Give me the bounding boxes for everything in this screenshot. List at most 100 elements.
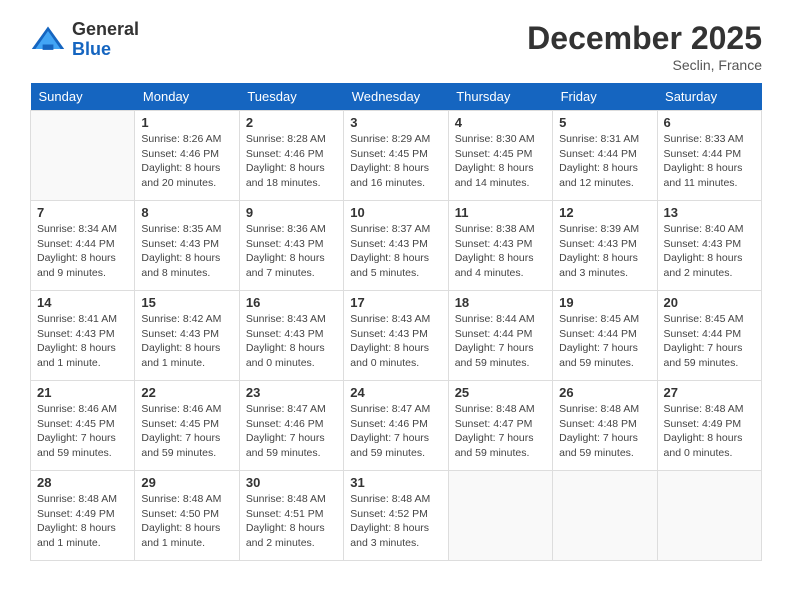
day-info: Sunrise: 8:28 AMSunset: 4:46 PMDaylight:… [246, 132, 337, 191]
day-info: Sunrise: 8:43 AMSunset: 4:43 PMDaylight:… [350, 312, 441, 371]
day-number: 25 [455, 385, 546, 400]
day-info: Sunrise: 8:35 AMSunset: 4:43 PMDaylight:… [141, 222, 232, 281]
calendar-cell: 28 Sunrise: 8:48 AMSunset: 4:49 PMDayligh… [31, 471, 135, 561]
day-info: Sunrise: 8:29 AMSunset: 4:45 PMDaylight:… [350, 132, 441, 191]
day-number: 12 [559, 205, 650, 220]
calendar-cell [448, 471, 552, 561]
calendar-cell [657, 471, 761, 561]
day-info: Sunrise: 8:30 AMSunset: 4:45 PMDaylight:… [455, 132, 546, 191]
page-header: General Blue December 2025 Seclin, Franc… [30, 20, 762, 73]
day-number: 17 [350, 295, 441, 310]
day-info: Sunrise: 8:48 AMSunset: 4:49 PMDaylight:… [37, 492, 128, 551]
day-number: 31 [350, 475, 441, 490]
calendar-cell: 7Sunrise: 8:34 AMSunset: 4:44 PMDaylight… [31, 201, 135, 291]
day-info: Sunrise: 8:40 AMSunset: 4:43 PMDaylight:… [664, 222, 755, 281]
day-info: Sunrise: 8:47 AMSunset: 4:46 PMDaylight:… [246, 402, 337, 461]
calendar-week-3: 14 Sunrise: 8:41 AMSunset: 4:43 PMDayligh… [31, 291, 762, 381]
day-info: Sunrise: 8:46 AMSunset: 4:45 PMDaylight:… [141, 402, 232, 461]
day-info: Sunrise: 8:43 AMSunset: 4:43 PMDaylight:… [246, 312, 337, 371]
day-number: 15 [141, 295, 232, 310]
day-info: Sunrise: 8:26 AMSunset: 4:46 PMDaylight:… [141, 132, 232, 191]
day-number: 3 [350, 115, 441, 130]
day-info: Sunrise: 8:44 AMSunset: 4:44 PMDaylight:… [455, 312, 546, 371]
calendar-cell: 5 Sunrise: 8:31 AMSunset: 4:44 PMDaylight… [553, 111, 657, 201]
calendar-cell: 13Sunrise: 8:40 AMSunset: 4:43 PMDayligh… [657, 201, 761, 291]
weekday-header-monday: Monday [135, 83, 239, 111]
calendar-cell: 4Sunrise: 8:30 AMSunset: 4:45 PMDaylight… [448, 111, 552, 201]
calendar-cell: 10 Sunrise: 8:37 AMSunset: 4:43 PMDayligh… [344, 201, 448, 291]
calendar-cell: 15 Sunrise: 8:42 AMSunset: 4:43 PMDayligh… [135, 291, 239, 381]
calendar-cell: 18 Sunrise: 8:44 AMSunset: 4:44 PMDayligh… [448, 291, 552, 381]
day-number: 14 [37, 295, 128, 310]
day-info: Sunrise: 8:48 AMSunset: 4:49 PMDaylight:… [664, 402, 755, 461]
day-info: Sunrise: 8:36 AMSunset: 4:43 PMDaylight:… [246, 222, 337, 281]
calendar-cell: 9 Sunrise: 8:36 AMSunset: 4:43 PMDaylight… [239, 201, 343, 291]
day-info: Sunrise: 8:48 AMSunset: 4:48 PMDaylight:… [559, 402, 650, 461]
calendar-cell: 12 Sunrise: 8:39 AMSunset: 4:43 PMDayligh… [553, 201, 657, 291]
calendar-cell [553, 471, 657, 561]
day-number: 27 [664, 385, 755, 400]
day-info: Sunrise: 8:48 AMSunset: 4:50 PMDaylight:… [141, 492, 232, 551]
logo-blue: Blue [72, 40, 139, 60]
calendar-week-2: 7Sunrise: 8:34 AMSunset: 4:44 PMDaylight… [31, 201, 762, 291]
day-number: 10 [350, 205, 441, 220]
day-number: 19 [559, 295, 650, 310]
day-number: 6 [664, 115, 755, 130]
day-number: 11 [455, 205, 546, 220]
calendar-cell: 1 Sunrise: 8:26 AMSunset: 4:46 PMDaylight… [135, 111, 239, 201]
day-number: 29 [141, 475, 232, 490]
calendar-cell: 17 Sunrise: 8:43 AMSunset: 4:43 PMDayligh… [344, 291, 448, 381]
weekday-header-saturday: Saturday [657, 83, 761, 111]
day-info: Sunrise: 8:31 AMSunset: 4:44 PMDaylight:… [559, 132, 650, 191]
weekday-header-row: SundayMondayTuesdayWednesdayThursdayFrid… [31, 83, 762, 111]
calendar-week-1: 1 Sunrise: 8:26 AMSunset: 4:46 PMDaylight… [31, 111, 762, 201]
weekday-header-wednesday: Wednesday [344, 83, 448, 111]
weekday-header-friday: Friday [553, 83, 657, 111]
day-number: 28 [37, 475, 128, 490]
calendar-cell: 3 Sunrise: 8:29 AMSunset: 4:45 PMDaylight… [344, 111, 448, 201]
day-number: 7 [37, 205, 128, 220]
calendar-cell: 23Sunrise: 8:47 AMSunset: 4:46 PMDayligh… [239, 381, 343, 471]
calendar-cell: 8Sunrise: 8:35 AMSunset: 4:43 PMDaylight… [135, 201, 239, 291]
calendar-cell: 31Sunrise: 8:48 AMSunset: 4:52 PMDayligh… [344, 471, 448, 561]
weekday-header-tuesday: Tuesday [239, 83, 343, 111]
calendar-week-4: 21 Sunrise: 8:46 AMSunset: 4:45 PMDayligh… [31, 381, 762, 471]
calendar-cell: 25 Sunrise: 8:48 AMSunset: 4:47 PMDayligh… [448, 381, 552, 471]
calendar-table: SundayMondayTuesdayWednesdayThursdayFrid… [30, 83, 762, 561]
calendar-cell: 26 Sunrise: 8:48 AMSunset: 4:48 PMDayligh… [553, 381, 657, 471]
calendar-cell: 19Sunrise: 8:45 AMSunset: 4:44 PMDayligh… [553, 291, 657, 381]
day-info: Sunrise: 8:46 AMSunset: 4:45 PMDaylight:… [37, 402, 128, 461]
calendar-week-5: 28 Sunrise: 8:48 AMSunset: 4:49 PMDayligh… [31, 471, 762, 561]
day-info: Sunrise: 8:47 AMSunset: 4:46 PMDaylight:… [350, 402, 441, 461]
day-number: 22 [141, 385, 232, 400]
day-info: Sunrise: 8:33 AMSunset: 4:44 PMDaylight:… [664, 132, 755, 191]
logo: General Blue [30, 20, 139, 60]
day-info: Sunrise: 8:39 AMSunset: 4:43 PMDaylight:… [559, 222, 650, 281]
calendar-cell: 6 Sunrise: 8:33 AMSunset: 4:44 PMDaylight… [657, 111, 761, 201]
day-info: Sunrise: 8:37 AMSunset: 4:43 PMDaylight:… [350, 222, 441, 281]
weekday-header-sunday: Sunday [31, 83, 135, 111]
day-number: 1 [141, 115, 232, 130]
logo-general: General [72, 20, 139, 40]
calendar-cell: 22 Sunrise: 8:46 AMSunset: 4:45 PMDayligh… [135, 381, 239, 471]
day-info: Sunrise: 8:48 AMSunset: 4:47 PMDaylight:… [455, 402, 546, 461]
logo-text: General Blue [72, 20, 139, 60]
logo-icon [30, 22, 66, 58]
calendar-cell: 29 Sunrise: 8:48 AMSunset: 4:50 PMDayligh… [135, 471, 239, 561]
day-number: 26 [559, 385, 650, 400]
day-number: 5 [559, 115, 650, 130]
day-number: 20 [664, 295, 755, 310]
calendar-cell [31, 111, 135, 201]
calendar-cell: 27 Sunrise: 8:48 AMSunset: 4:49 PMDayligh… [657, 381, 761, 471]
day-number: 21 [37, 385, 128, 400]
day-number: 18 [455, 295, 546, 310]
calendar-cell: 2Sunrise: 8:28 AMSunset: 4:46 PMDaylight… [239, 111, 343, 201]
month-title: December 2025 [527, 20, 762, 57]
day-info: Sunrise: 8:42 AMSunset: 4:43 PMDaylight:… [141, 312, 232, 371]
day-info: Sunrise: 8:48 AMSunset: 4:51 PMDaylight:… [246, 492, 337, 551]
day-number: 24 [350, 385, 441, 400]
day-number: 9 [246, 205, 337, 220]
calendar-cell: 14 Sunrise: 8:41 AMSunset: 4:43 PMDayligh… [31, 291, 135, 381]
day-info: Sunrise: 8:41 AMSunset: 4:43 PMDaylight:… [37, 312, 128, 371]
day-info: Sunrise: 8:38 AMSunset: 4:43 PMDaylight:… [455, 222, 546, 281]
